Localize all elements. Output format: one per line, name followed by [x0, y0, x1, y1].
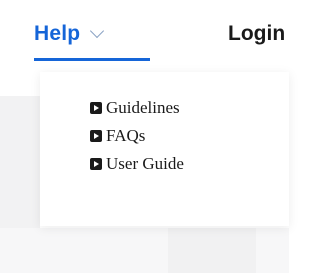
play-square-icon [90, 102, 102, 114]
menu-item-faqs[interactable]: FAQs [90, 122, 184, 150]
help-dropdown-menu: Guidelines FAQs User Guide [40, 72, 289, 226]
menu-item-guidelines[interactable]: Guidelines [90, 94, 184, 122]
active-tab-underline [34, 58, 150, 61]
help-dropdown-list: Guidelines FAQs User Guide [90, 94, 184, 178]
top-nav: Help Login [0, 0, 289, 61]
play-square-icon [90, 130, 102, 142]
play-square-icon [90, 158, 102, 170]
help-menu-label: Help [34, 22, 81, 45]
menu-item-user-guide[interactable]: User Guide [90, 150, 184, 178]
login-link[interactable]: Login [228, 10, 285, 58]
menu-item-label: User Guide [106, 154, 184, 173]
background-panel [168, 228, 256, 273]
chevron-down-icon [90, 23, 105, 38]
menu-item-label: Guidelines [106, 98, 180, 117]
help-menu-toggle[interactable]: Help [34, 10, 105, 58]
menu-item-label: FAQs [106, 126, 146, 145]
